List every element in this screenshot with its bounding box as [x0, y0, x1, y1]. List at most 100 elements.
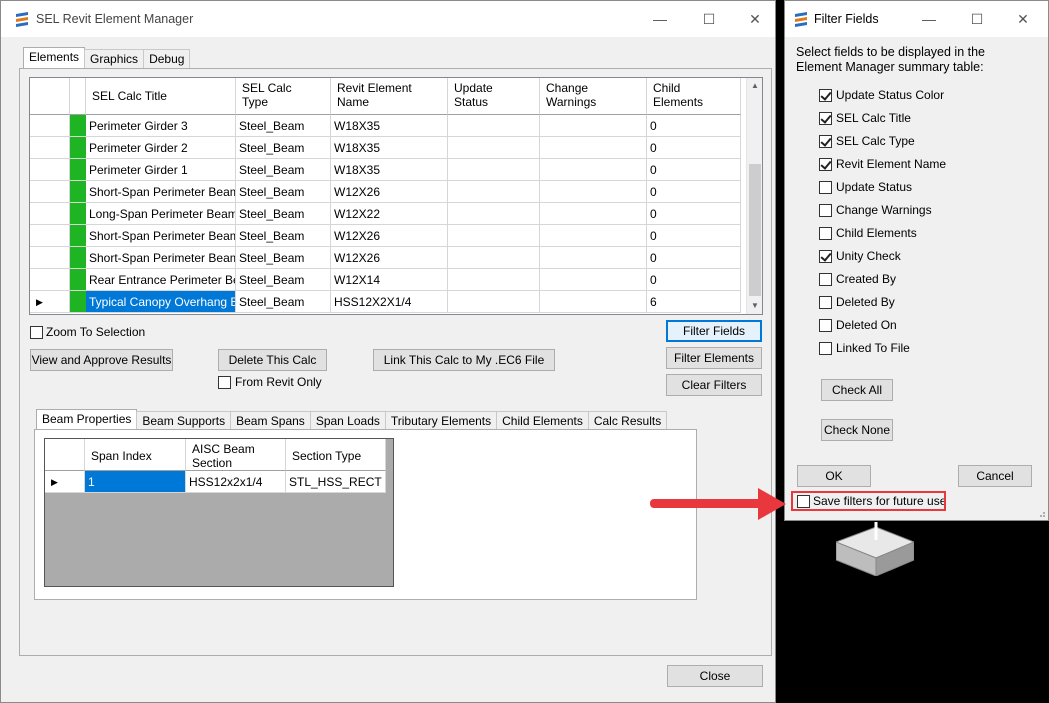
tab-debug[interactable]: Debug [143, 49, 191, 69]
minimize-button[interactable]: — [915, 7, 943, 31]
close-window-button[interactable]: ✕ [741, 7, 769, 31]
update-status-cell[interactable] [448, 225, 540, 247]
update-status-cell[interactable] [448, 137, 540, 159]
field-checkbox[interactable] [819, 204, 832, 217]
update-status-cell[interactable] [448, 269, 540, 291]
warnings-cell[interactable] [540, 115, 647, 137]
child-elements-cell[interactable]: 0 [647, 159, 741, 181]
name-cell[interactable]: W12X14 [331, 269, 448, 291]
tab-graphics[interactable]: Graphics [84, 49, 145, 69]
type-cell[interactable]: Steel_Beam [236, 269, 331, 291]
title-cell[interactable]: Short-Span Perimeter Beam 1 [86, 181, 236, 203]
name-cell[interactable]: W12X22 [331, 203, 448, 225]
close-dialog-button[interactable]: ✕ [1009, 7, 1037, 31]
row-selector[interactable] [30, 115, 70, 137]
name-cell[interactable]: W18X35 [331, 115, 448, 137]
title-cell[interactable]: Perimeter Girder 3 [86, 115, 236, 137]
from-revit-only-checkbox[interactable] [218, 376, 231, 389]
type-cell[interactable]: Steel_Beam [236, 181, 331, 203]
minimize-button[interactable]: — [646, 7, 674, 31]
row-selector[interactable] [30, 247, 70, 269]
close-button[interactable]: Close [667, 665, 763, 687]
delete-calc-button[interactable]: Delete This Calc [218, 349, 327, 371]
warnings-cell[interactable] [540, 203, 647, 225]
warnings-cell[interactable] [540, 181, 647, 203]
row-selector[interactable] [30, 203, 70, 225]
field-checkbox[interactable] [819, 319, 832, 332]
title-cell[interactable]: Rear Entrance Perimeter Be... [86, 269, 236, 291]
name-cell[interactable]: W18X35 [331, 137, 448, 159]
row-selector[interactable] [30, 269, 70, 291]
warnings-cell[interactable] [540, 225, 647, 247]
update-status-cell[interactable] [448, 203, 540, 225]
span-header-section[interactable]: AISC Beam Section [186, 439, 286, 471]
maximize-button[interactable]: ☐ [695, 7, 723, 31]
span-row-selector[interactable]: ▶ [45, 471, 85, 493]
warnings-cell[interactable] [540, 137, 647, 159]
column-header-name[interactable]: Revit Element Name [331, 78, 448, 115]
row-selector[interactable] [30, 137, 70, 159]
tab-calc-results[interactable]: Calc Results [587, 411, 668, 431]
type-cell[interactable]: Steel_Beam [236, 137, 331, 159]
zoom-to-selection-checkbox[interactable] [30, 326, 43, 339]
child-elements-cell[interactable]: 0 [647, 137, 741, 159]
warnings-cell[interactable] [540, 159, 647, 181]
column-header-update[interactable]: Update Status [448, 78, 540, 115]
filter-elements-button[interactable]: Filter Elements [666, 347, 762, 369]
view-approve-button[interactable]: View and Approve Results [30, 349, 173, 371]
scroll-thumb[interactable] [749, 164, 761, 296]
field-checkbox[interactable] [819, 89, 832, 102]
child-elements-cell[interactable]: 0 [647, 247, 741, 269]
title-cell[interactable]: Short-Span Perimeter Beam 2 [86, 225, 236, 247]
title-cell[interactable]: Short-Span Perimeter Beam 3 [86, 247, 236, 269]
scroll-down-icon[interactable]: ▼ [747, 298, 762, 314]
update-status-cell[interactable] [448, 247, 540, 269]
row-selector[interactable]: ▶ [30, 291, 70, 313]
type-cell[interactable]: Steel_Beam [236, 291, 331, 313]
name-cell[interactable]: W12X26 [331, 247, 448, 269]
child-elements-cell[interactable]: 0 [647, 225, 741, 247]
field-checkbox[interactable] [819, 296, 832, 309]
title-cell[interactable]: Typical Canopy Overhang B... [86, 291, 236, 313]
type-cell[interactable]: Steel_Beam [236, 115, 331, 137]
warnings-cell[interactable] [540, 291, 647, 313]
title-cell[interactable]: Perimeter Girder 2 [86, 137, 236, 159]
type-cell[interactable]: Steel_Beam [236, 203, 331, 225]
field-checkbox[interactable] [819, 227, 832, 240]
title-cell[interactable]: Perimeter Girder 1 [86, 159, 236, 181]
name-cell[interactable]: W18X35 [331, 159, 448, 181]
field-checkbox[interactable] [819, 112, 832, 125]
child-elements-cell[interactable]: 6 [647, 291, 741, 313]
field-checkbox[interactable] [819, 342, 832, 355]
column-header-type[interactable]: SEL Calc Type [236, 78, 331, 115]
field-checkbox[interactable] [819, 158, 832, 171]
column-header-warnings[interactable]: Change Warnings [540, 78, 647, 115]
check-none-button[interactable]: Check None [821, 419, 893, 441]
child-elements-cell[interactable]: 0 [647, 115, 741, 137]
span-header-type[interactable]: Section Type [286, 439, 386, 471]
ok-button[interactable]: OK [797, 465, 871, 487]
warnings-cell[interactable] [540, 269, 647, 291]
name-cell[interactable]: W12X26 [331, 181, 448, 203]
resize-grip-icon[interactable] [1036, 508, 1046, 518]
field-checkbox[interactable] [819, 250, 832, 263]
grid-scrollbar[interactable]: ▲ ▼ [746, 78, 762, 314]
cancel-button[interactable]: Cancel [958, 465, 1032, 487]
child-elements-cell[interactable]: 0 [647, 203, 741, 225]
tab-elements[interactable]: Elements [23, 47, 86, 69]
field-checkbox[interactable] [819, 181, 832, 194]
type-cell[interactable]: Steel_Beam [236, 247, 331, 269]
check-all-button[interactable]: Check All [821, 379, 893, 401]
tab-beam-spans[interactable]: Beam Spans [230, 411, 311, 431]
child-elements-cell[interactable]: 0 [647, 181, 741, 203]
span-section-cell[interactable]: HSS12x2x1/4 [186, 471, 286, 493]
child-elements-cell[interactable]: 0 [647, 269, 741, 291]
maximize-button[interactable]: ☐ [963, 7, 991, 31]
row-selector[interactable] [30, 181, 70, 203]
clear-filters-button[interactable]: Clear Filters [666, 374, 762, 396]
column-header-child[interactable]: Child Elements [647, 78, 741, 115]
type-cell[interactable]: Steel_Beam [236, 159, 331, 181]
scroll-up-icon[interactable]: ▲ [747, 78, 762, 94]
tab-beam-properties[interactable]: Beam Properties [36, 409, 138, 431]
link-calc-button[interactable]: Link This Calc to My .EC6 File [373, 349, 555, 371]
